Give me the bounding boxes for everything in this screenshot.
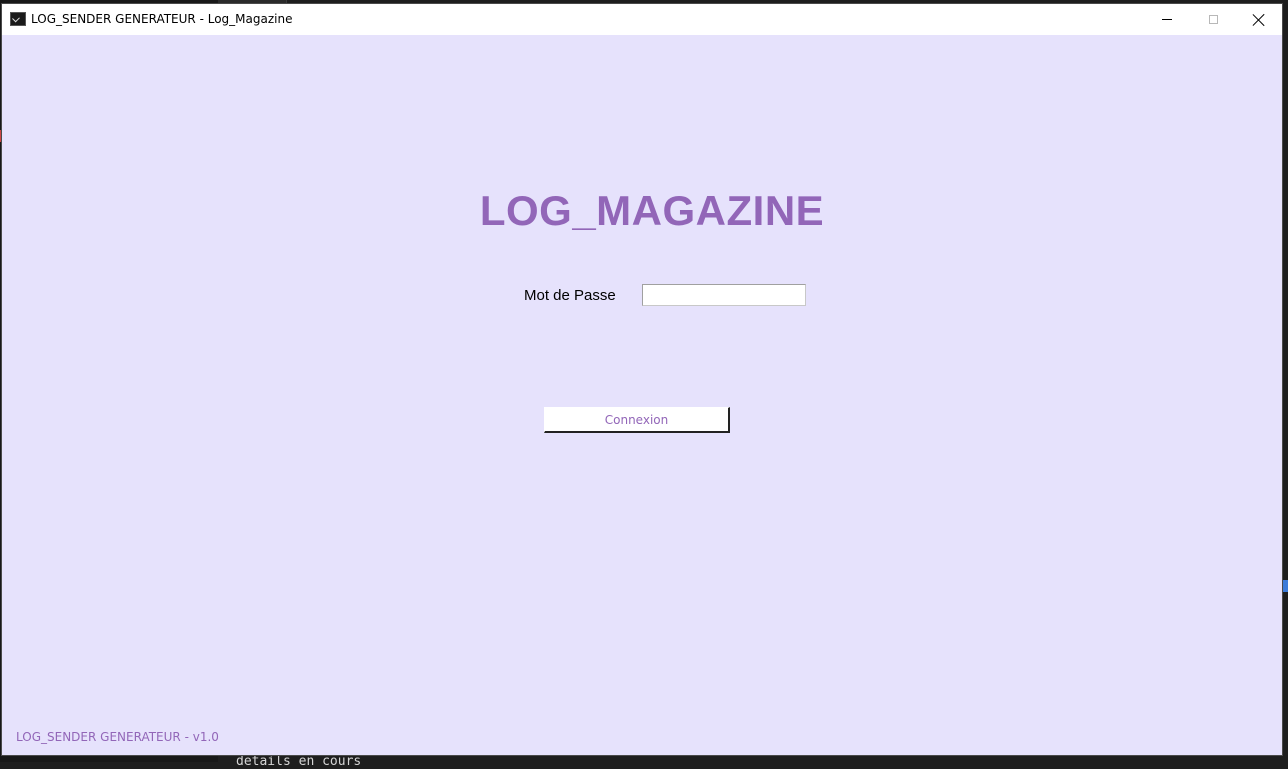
window-title: LOG_SENDER GENERATEUR - Log_Magazine <box>31 12 293 26</box>
editor-scroll-marker <box>1283 580 1288 592</box>
app-heading: LOG_MAGAZINE <box>479 187 825 234</box>
maximize-icon <box>1208 15 1218 24</box>
minimize-icon <box>1162 19 1172 20</box>
console-icon <box>10 12 26 26</box>
connexion-button[interactable]: Connexion <box>544 407 730 433</box>
window-titlebar[interactable]: LOG_SENDER GENERATEUR - Log_Magazine <box>2 4 1282 35</box>
version-footer: LOG_SENDER GENERATEUR - v1.0 <box>16 730 219 744</box>
close-button[interactable] <box>1236 4 1282 35</box>
password-label: Mot de Passe <box>524 287 616 304</box>
login-panel: LOG_MAGAZINE Mot de Passe Connexion LOG_… <box>2 35 1282 755</box>
app-window: LOG_SENDER GENERATEUR - Log_Magazine LOG… <box>2 4 1282 755</box>
close-icon <box>1253 14 1265 26</box>
password-input[interactable] <box>642 284 806 306</box>
minimize-button[interactable] <box>1144 4 1190 35</box>
maximize-button[interactable] <box>1190 4 1236 35</box>
